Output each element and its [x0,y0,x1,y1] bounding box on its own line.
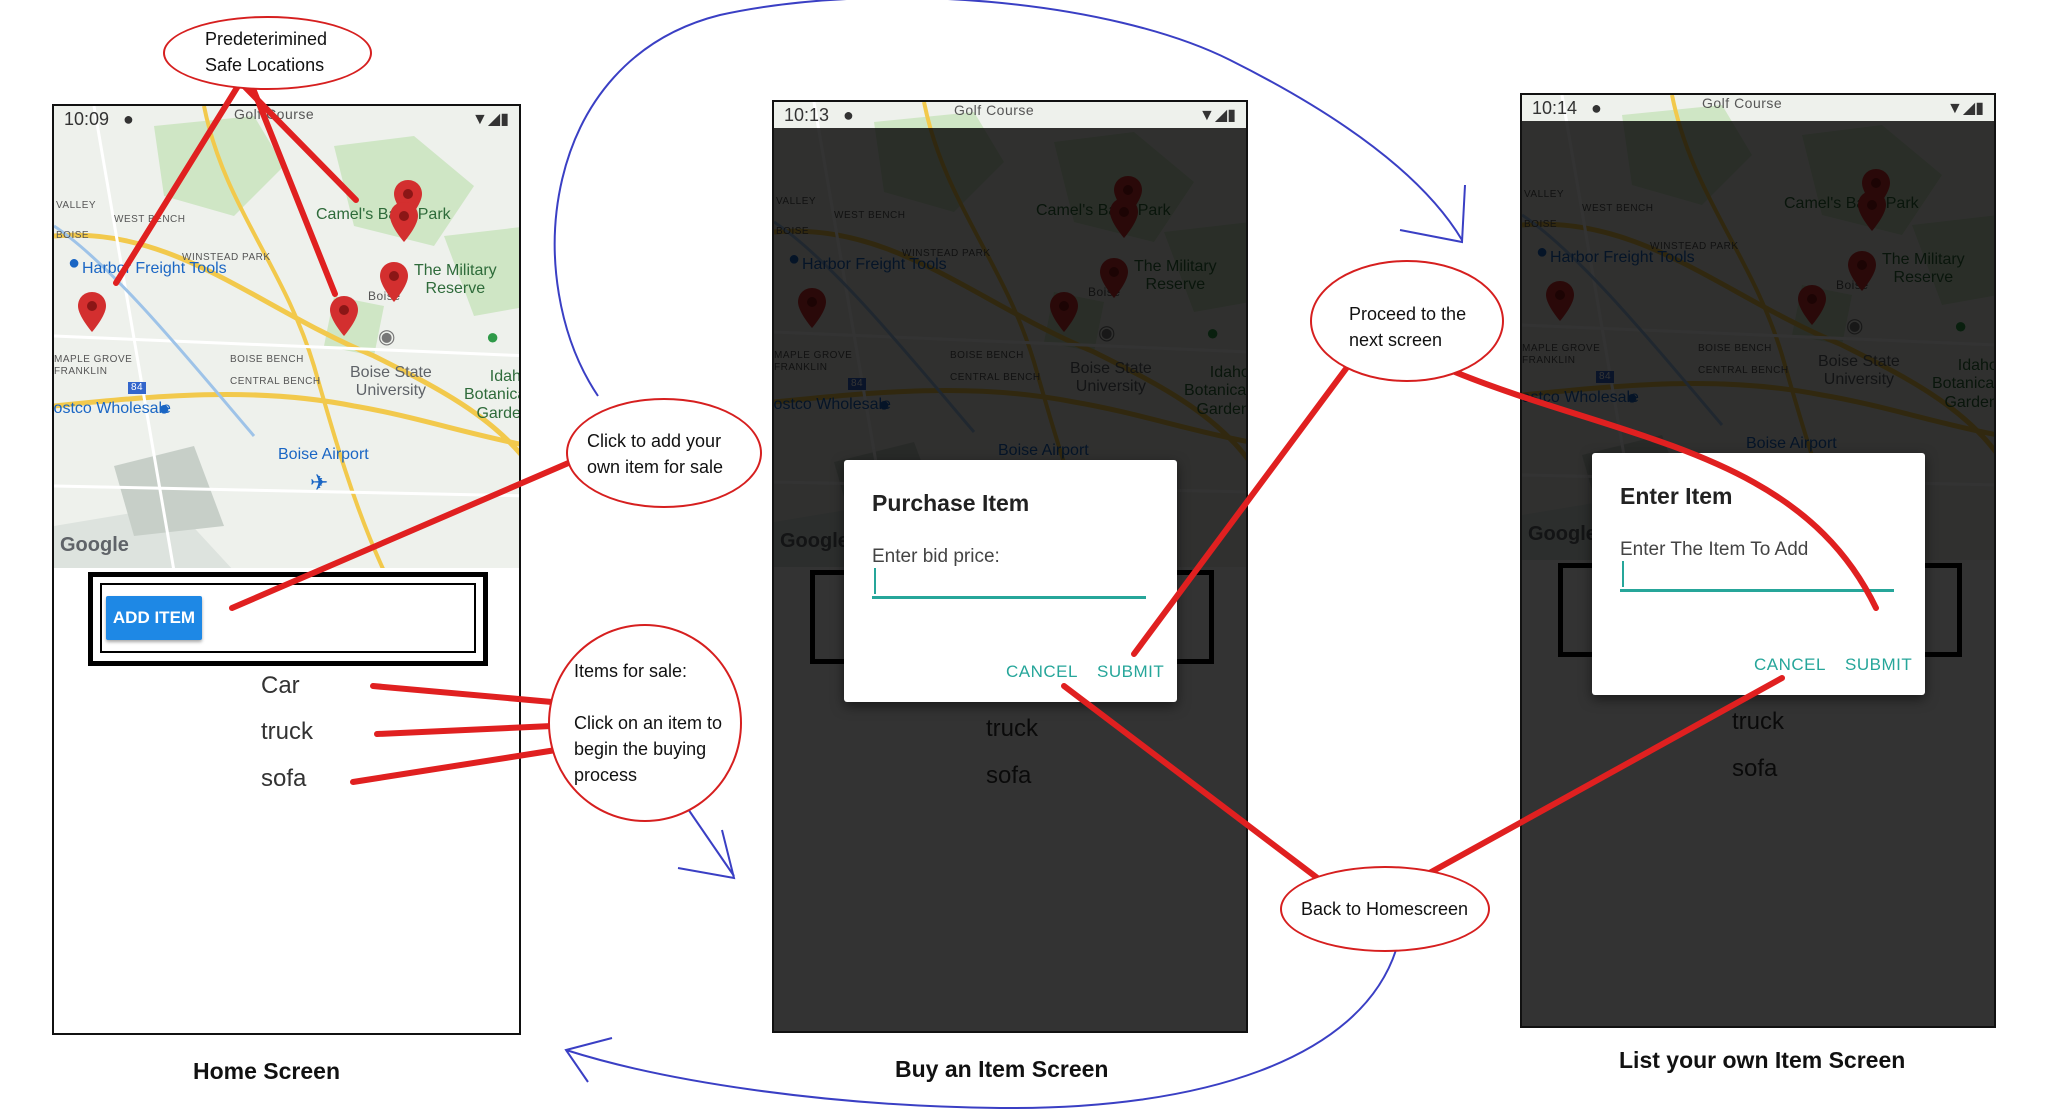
item-name-input[interactable] [1620,589,1894,592]
list-item-car[interactable]: Car [261,672,300,700]
store-icon: ● [158,398,171,420]
callout-text: Back to Homescreen [1301,899,1469,919]
caption-home-screen: Home Screen [193,1058,341,1084]
cancel-button[interactable]: CANCEL [1754,655,1826,675]
location-pin-icon[interactable] [390,202,418,242]
submit-button[interactable]: SUBMIT [1097,662,1164,682]
caption-buy-screen: Buy an Item Screen [895,1056,1109,1082]
airport-icon: ✈ [310,470,329,495]
enter-item-dialog: Enter Item Enter The Item To Add CANCEL … [1592,453,1925,695]
park-icon: ● [486,324,500,349]
text-caret [874,568,876,594]
label-military-reserve: The Military Reserve [414,262,497,298]
label-maple-grove: MAPLE GROVE FRANKLIN [54,354,133,377]
store-icon: ● [68,252,81,274]
buy-screen-phone: Golf Course VALLEY WEST BENCH BOISE Came… [772,100,1248,1033]
university-icon: ◉ [378,326,396,348]
callout-text: Items for sale: Click on an item to begi… [574,661,723,785]
caption-list-screen: List your own Item Screen [1619,1047,1906,1073]
notification-icon: ● [1591,97,1602,118]
dialog-title: Enter Item [1620,483,1733,509]
submit-button[interactable]: SUBMIT [1845,655,1912,675]
callout-back-home: Back to Homescreen [1280,866,1490,952]
location-pin-icon[interactable] [78,292,106,332]
list-screen-phone: Golf Course VALLEY WEST BENCH BOISE Came… [1520,93,1996,1028]
arrow-head-back-home [564,1037,613,1083]
location-pin-icon[interactable] [380,262,408,302]
status-bar: 10:13 ● ▼◢▮ [774,102,1246,128]
label-valley: VALLEY [56,200,97,211]
location-pin-icon[interactable] [330,296,358,336]
google-logo: Google [60,534,129,556]
label-camel-park: Camel's Back Park [316,206,451,223]
status-bar: 10:14 ● ▼◢▮ [1522,95,1994,121]
callout-text: Click to add your own item for sale [587,431,724,477]
text-caret [1622,561,1624,587]
label-west-bench: WEST BENCH [114,214,186,225]
dialog-message: Enter bid price: [872,546,1000,567]
wifi-battery-icon: ▼◢▮ [472,111,509,128]
callout-proceed: Proceed to the next screen [1310,260,1504,382]
label-boise-bench: BOISE BENCH [230,354,304,365]
callout-items-for-sale: Items for sale: Click on an item to begi… [548,624,742,822]
label-boise-state: Boise State University [350,364,432,400]
add-item-button[interactable]: ADD ITEM [106,596,202,640]
wifi-battery-icon: ▼◢▮ [1947,100,1984,117]
dialog-title: Purchase Item [872,490,1030,516]
dialog-message: Enter The Item To Add [1620,539,1809,560]
purchase-item-dialog: Purchase Item Enter bid price: CANCEL SU… [844,460,1177,702]
label-costco: Costco Wholesale [54,400,171,417]
callout-text: Proceed to the next screen [1349,304,1467,350]
wifi-battery-icon: ▼◢▮ [1199,107,1236,124]
list-item-truck[interactable]: truck [261,718,313,746]
label-central-bench: CENTRAL BENCH [230,376,321,387]
status-time: 10:13 [784,104,830,125]
callout-text: Predeterimined Safe Locations [205,29,328,75]
map[interactable]: Golf Course VALLEY WEST BENCH BOISE Came… [54,106,519,568]
bid-price-input[interactable] [872,596,1146,599]
arrow-head-home-to-buy [1399,184,1466,244]
status-bar: 10:09 ● ▼◢▮ [54,106,519,132]
label-route-84: 84 [128,382,147,394]
cancel-button[interactable]: CANCEL [1006,662,1078,682]
notification-icon: ● [843,104,854,125]
status-time: 10:09 [64,108,110,129]
label-boise-small: BOISE [56,230,90,241]
callout-add-item: Click to add your own item for sale [566,398,762,508]
notification-icon: ● [123,108,134,129]
home-screen-phone: Golf Course VALLEY WEST BENCH BOISE Came… [52,104,521,1035]
label-harbor-freight: Harbor Freight Tools [82,260,227,277]
label-boise-airport: Boise Airport [278,446,369,463]
callout-safe-locations: Predeterimined Safe Locations [163,16,372,90]
label-idaho-botanical: Idaho Botanical Garden [464,368,519,422]
list-item-sofa[interactable]: sofa [261,765,306,793]
arrow-head-items-to-buy [677,829,736,880]
status-time: 10:14 [1532,97,1578,118]
